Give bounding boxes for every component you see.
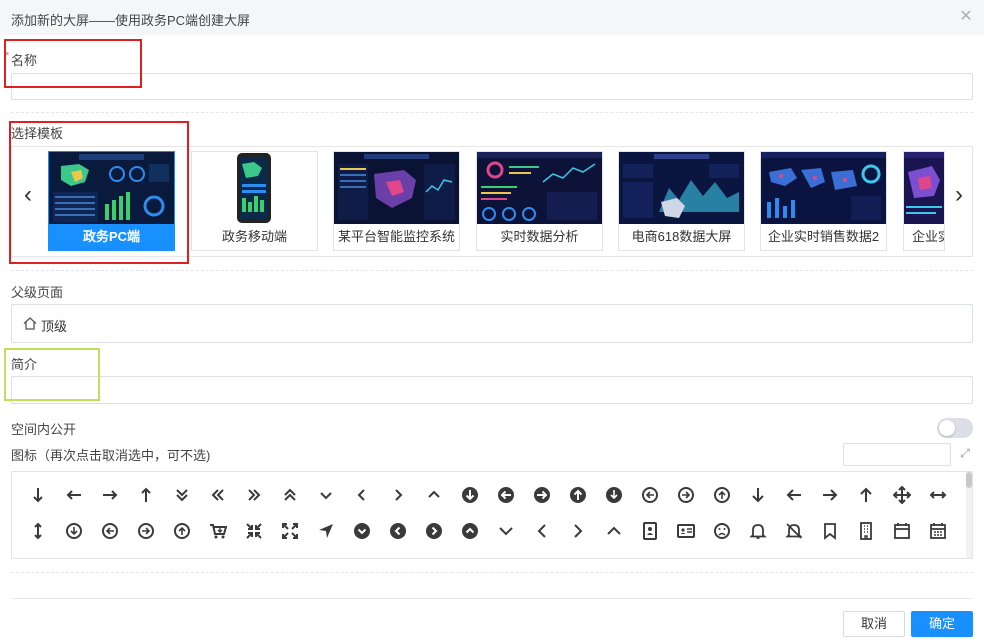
arrow-circle-o-left-icon[interactable] — [636, 481, 664, 509]
angle-double-right-icon[interactable] — [240, 481, 268, 509]
arrows-v-icon[interactable] — [24, 517, 52, 545]
highlight-box-intro — [4, 348, 100, 401]
divider — [11, 572, 973, 573]
expand-arrows-icon[interactable] — [276, 517, 304, 545]
divider — [11, 270, 973, 271]
long-arrow-down-icon[interactable] — [24, 481, 52, 509]
template-label-text: 企业实 — [912, 229, 944, 244]
arrow-up-icon[interactable] — [852, 481, 880, 509]
arrow-left-icon[interactable] — [780, 481, 808, 509]
arrow-circle-o-right-icon[interactable] — [672, 481, 700, 509]
dialog-header: 添加新的大屏——使用政务PC端创建大屏 ✕ — [0, 0, 984, 35]
intro-input[interactable] — [11, 376, 973, 404]
toggle-knob — [939, 420, 955, 436]
cancel-button[interactable]: 取消 — [843, 611, 905, 637]
name-input[interactable] — [11, 73, 973, 100]
public-label: 空间内公开 — [11, 422, 77, 437]
template-label-text: 电商618数据大屏 — [631, 229, 732, 244]
template-card[interactable]: 企业实时销售数据2 — [760, 151, 887, 251]
template-card[interactable]: 实时数据分析 — [476, 151, 603, 251]
cart-arrow-down-icon[interactable] — [204, 517, 232, 545]
template-label-text: 政务移动端 — [221, 229, 287, 244]
angle-double-left-icon[interactable] — [204, 481, 232, 509]
arrow-circle-up-icon[interactable] — [564, 481, 592, 509]
template-card[interactable]: 某平台智能监控系统 — [333, 151, 460, 251]
arrow-right-icon[interactable] — [816, 481, 844, 509]
scroll-thumb[interactable] — [966, 472, 972, 488]
chevron-up-icon[interactable] — [600, 517, 628, 545]
divider — [11, 112, 973, 113]
calendar-grid-icon[interactable] — [924, 517, 952, 545]
highlight-box-template — [9, 121, 189, 264]
bell-slash-icon[interactable] — [780, 517, 808, 545]
location-arrow-icon[interactable] — [312, 517, 340, 545]
dialog-title: 添加新的大屏——使用政务PC端创建大屏 — [11, 13, 251, 28]
arrow-circle-o-up-icon[interactable] — [168, 517, 196, 545]
public-toggle[interactable] — [937, 418, 973, 438]
address-book-icon[interactable] — [636, 517, 664, 545]
frown-icon[interactable] — [708, 517, 736, 545]
icon-grid-scrollbar[interactable] — [966, 472, 972, 558]
template-thumbnail — [477, 152, 602, 224]
chevron-right-small-icon[interactable] — [564, 517, 592, 545]
icon-label: 图标（再次点击取消选中，可不选) — [11, 448, 211, 463]
long-arrow-right-icon[interactable] — [96, 481, 124, 509]
confirm-button[interactable]: 确定 — [911, 611, 973, 637]
chevron-circle-down-icon[interactable] — [348, 517, 376, 545]
template-label-text: 某平台智能监控系统 — [337, 229, 455, 244]
compress-icon[interactable] — [240, 517, 268, 545]
expand-icon[interactable]: ⤢ — [957, 445, 973, 461]
arrow-circle-down-icon[interactable] — [456, 481, 484, 509]
template-card[interactable]: 电商618数据大屏 — [618, 151, 745, 251]
home-icon — [23, 317, 37, 330]
arrows-h-icon[interactable] — [924, 481, 952, 509]
chevron-down-icon[interactable] — [492, 517, 520, 545]
angle-down-icon[interactable] — [312, 481, 340, 509]
template-label-text: 企业实时销售数据2 — [767, 229, 880, 244]
arrow-circle-o-up-icon[interactable] — [708, 481, 736, 509]
template-thumbnail — [334, 152, 459, 224]
parent-page-value: 顶级 — [41, 319, 68, 334]
angle-double-up-icon[interactable] — [276, 481, 304, 509]
template-card[interactable]: 企业实 — [903, 151, 945, 251]
chevron-right-icon[interactable]: › — [950, 180, 968, 210]
calendar-icon[interactable] — [888, 517, 916, 545]
arrows-alt-icon[interactable] — [888, 481, 916, 509]
icon-grid — [11, 471, 973, 559]
arrow-circle-o-left-icon[interactable] — [96, 517, 124, 545]
bookmark-icon[interactable] — [816, 517, 844, 545]
chevron-left-small-icon[interactable] — [528, 517, 556, 545]
template-thumbnail — [761, 152, 886, 224]
angle-left-icon[interactable] — [348, 481, 376, 509]
parent-page-select[interactable]: 顶级 — [11, 304, 973, 343]
long-arrow-left-icon[interactable] — [60, 481, 88, 509]
arrow-circle-left-icon[interactable] — [492, 481, 520, 509]
angle-double-down-icon[interactable] — [168, 481, 196, 509]
bell-icon[interactable] — [744, 517, 772, 545]
angle-right-icon[interactable] — [384, 481, 412, 509]
template-thumbnail — [619, 152, 744, 224]
footer-divider — [11, 598, 973, 599]
close-icon[interactable]: ✕ — [957, 8, 975, 26]
arrow-down-icon[interactable] — [744, 481, 772, 509]
template-thumbnail — [904, 152, 944, 224]
parent-label: 父级页面 — [11, 285, 64, 300]
template-label-text: 实时数据分析 — [500, 229, 579, 244]
chevron-circle-right-icon[interactable] — [420, 517, 448, 545]
building-icon[interactable] — [852, 517, 880, 545]
arrow-circle-o-down-icon[interactable] — [600, 481, 628, 509]
long-arrow-up-icon[interactable] — [132, 481, 160, 509]
angle-up-icon[interactable] — [420, 481, 448, 509]
chevron-circle-up-icon[interactable] — [456, 517, 484, 545]
chevron-circle-left-icon[interactable] — [384, 517, 412, 545]
arrow-circle-o-right-icon[interactable] — [132, 517, 160, 545]
template-card[interactable]: 政务移动端 — [191, 151, 318, 251]
arrow-circle-right-icon[interactable] — [528, 481, 556, 509]
highlight-box-name — [4, 39, 142, 88]
icon-search-input[interactable] — [843, 443, 951, 466]
arrow-circle-o-down-icon[interactable] — [60, 517, 88, 545]
address-card-icon[interactable] — [672, 517, 700, 545]
template-thumbnail — [192, 152, 317, 224]
